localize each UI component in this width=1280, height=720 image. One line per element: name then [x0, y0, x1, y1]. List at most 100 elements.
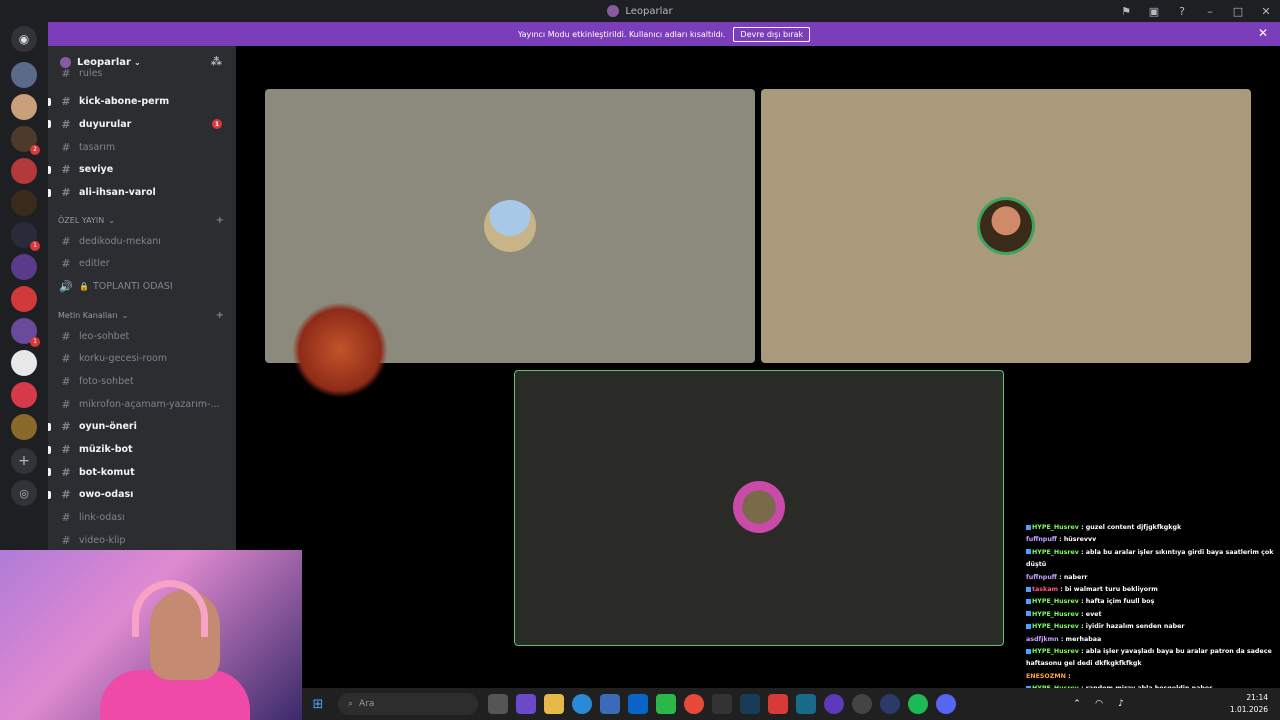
participant-tile[interactable]	[761, 89, 1251, 363]
channel-item[interactable]: # video-klip	[56, 530, 228, 550]
copilot-icon[interactable]	[516, 694, 536, 714]
server-icon[interactable]: 2	[11, 126, 40, 155]
server-icon[interactable]	[11, 254, 37, 280]
minimize-button[interactable]: –	[1196, 0, 1224, 22]
discord-icon[interactable]	[936, 694, 956, 714]
app-icon[interactable]	[768, 694, 788, 714]
file-explorer-icon[interactable]	[544, 694, 564, 714]
channel-item[interactable]: # oyun-öneri	[48, 417, 228, 437]
channel-item[interactable]: # bot-komut	[48, 462, 228, 482]
discord-home-icon[interactable]: ◉	[11, 26, 37, 52]
channel-item[interactable]: # ali-ihsan-varol	[48, 183, 228, 203]
hash-icon: #	[61, 140, 71, 154]
inbox-icon[interactable]: ▣	[1140, 0, 1168, 22]
channel-item[interactable]: # seviye	[48, 160, 228, 180]
epic-games-icon[interactable]	[712, 694, 732, 714]
chat-message: fuffnpuff : naberr	[1026, 573, 1088, 581]
chat-text: bi walmart turu bekliyorm	[1064, 586, 1158, 594]
hash-icon: #	[61, 163, 71, 177]
hash-icon: #	[61, 397, 71, 411]
badge-icon	[1026, 623, 1031, 629]
channel-item[interactable]: # tasarım	[56, 137, 228, 157]
disable-streamer-mode-button[interactable]: Devre dışı bırak	[733, 26, 811, 42]
server-icon[interactable]	[11, 62, 37, 88]
channel-item[interactable]: # dedikodu-mekanı	[56, 231, 228, 251]
store-icon[interactable]	[600, 694, 620, 714]
channel-item[interactable]: # duyurular 1	[48, 114, 228, 134]
add-channel-icon[interactable]: +	[216, 215, 224, 226]
channel-item[interactable]: # müzik-bot	[48, 440, 228, 460]
add-server-icon[interactable]: +	[11, 448, 37, 474]
app-icon[interactable]	[824, 694, 844, 714]
task-view-icon[interactable]	[488, 694, 508, 714]
system-clock[interactable]: 21:14 1.01.2026	[1230, 692, 1268, 716]
badge-icon	[1026, 586, 1031, 592]
server-icon[interactable]	[11, 382, 37, 408]
hash-icon: #	[61, 465, 71, 479]
app-icon[interactable]	[880, 694, 900, 714]
channel-name: dedikodu-mekanı	[79, 235, 161, 247]
server-icon[interactable]	[11, 350, 37, 376]
channel-item[interactable]: # mikrofon-açamam-yazarım-...	[56, 394, 228, 414]
edge-icon[interactable]	[572, 694, 592, 714]
mention-badge: 1	[30, 241, 40, 251]
discover-icon[interactable]: ◎	[11, 480, 37, 506]
invite-icon[interactable]: ⁂	[211, 55, 222, 68]
search-input[interactable]: ⌕ Ara	[338, 693, 478, 715]
outlook-icon[interactable]	[628, 694, 648, 714]
channel-item[interactable]: # kick-abone-perm	[48, 92, 228, 112]
avatar	[980, 200, 1032, 252]
channel-item[interactable]: # rules	[56, 68, 228, 78]
channel-item[interactable]: # foto-sohbet	[56, 371, 228, 391]
flag-icon[interactable]: ⚑	[1112, 0, 1140, 22]
close-icon[interactable]: ✕	[1258, 26, 1268, 40]
steam-icon[interactable]	[740, 694, 760, 714]
server-icon[interactable]	[11, 94, 37, 120]
channel-name: rules	[79, 68, 103, 78]
category-metin-kanallari[interactable]: Metin Kanalları ⌄ +	[58, 310, 228, 321]
server-icon[interactable]: 1	[11, 222, 40, 251]
channel-name: seviye	[79, 164, 114, 176]
chat-username: HYPE_Husrev	[1032, 610, 1079, 618]
chevron-down-icon: ⌄	[133, 57, 141, 67]
badge-icon	[1026, 524, 1031, 530]
maximize-button[interactable]: □	[1224, 0, 1252, 22]
server-icon[interactable]	[11, 286, 37, 312]
channel-item[interactable]: # korku-gecesi-room	[56, 349, 228, 369]
badge-icon	[1026, 611, 1031, 617]
server-icon[interactable]: 1	[11, 318, 40, 347]
participant-tile[interactable]	[514, 370, 1004, 646]
chat-text: guzel content djfjgkfkgkgk	[1085, 524, 1182, 531]
server-icon[interactable]	[11, 158, 37, 184]
app-icon[interactable]	[796, 694, 816, 714]
channel-item[interactable]: # owo-odası	[48, 485, 228, 505]
server-icon[interactable]	[11, 190, 37, 216]
window-title: Leoparlar	[625, 5, 673, 17]
obs-icon[interactable]	[852, 694, 872, 714]
chat-message: HYPE_Husrev : hafta içim fuull boş	[1024, 596, 1276, 608]
chevron-up-icon[interactable]: ⌃	[1070, 694, 1084, 714]
channel-item[interactable]: # editler	[56, 254, 228, 274]
hash-icon: #	[61, 234, 71, 248]
wifi-icon[interactable]: ◠	[1092, 694, 1106, 714]
xbox-icon[interactable]	[656, 694, 676, 714]
mention-badge: 2	[30, 145, 40, 155]
channel-item[interactable]: 🔊 🔒 TOPLANTI ODASI	[56, 276, 228, 296]
add-channel-icon[interactable]: +	[216, 310, 224, 321]
hash-icon: #	[61, 488, 71, 502]
chat-message: HYPE_Husrev : evet	[1024, 609, 1276, 621]
server-icon[interactable]	[11, 414, 37, 440]
hash-icon: #	[61, 352, 71, 366]
webcam-overlay	[0, 550, 302, 720]
channel-item[interactable]: # link-odası	[56, 508, 228, 528]
chrome-icon[interactable]	[684, 694, 704, 714]
spotify-icon[interactable]	[908, 694, 928, 714]
volume-icon[interactable]: ♪	[1114, 694, 1128, 714]
start-icon[interactable]: ⊞	[308, 694, 328, 714]
category-ozel-yayin[interactable]: ÖZEL YAYIN ⌄ +	[58, 215, 228, 226]
channel-item[interactable]: # leo-sohbet	[56, 326, 228, 346]
close-window-button[interactable]: ✕	[1252, 0, 1280, 22]
chat-username: fuffnpuff	[1026, 573, 1057, 581]
help-icon[interactable]: ?	[1168, 0, 1196, 22]
chat-username: HYPE_Husrev	[1032, 623, 1079, 631]
